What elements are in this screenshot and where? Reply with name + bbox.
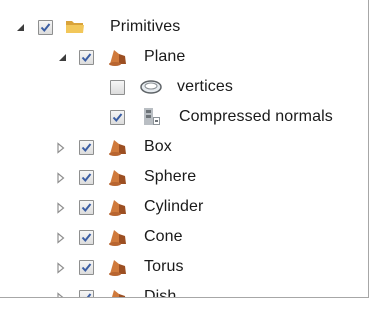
object-icon	[107, 226, 129, 248]
vertices-checkbox[interactable]	[110, 80, 125, 95]
folder-icon	[64, 16, 86, 38]
collapsed-arrow-icon[interactable]	[55, 291, 67, 297]
collapsed-arrow-icon[interactable]	[55, 231, 67, 244]
tree-item-label: vertices	[177, 78, 233, 95]
collapsed-arrow-icon[interactable]	[55, 141, 67, 154]
tree-item-label: Box	[144, 138, 172, 155]
sphere-checkbox[interactable]	[79, 170, 94, 185]
tree-item-box[interactable]: Box	[0, 133, 368, 161]
torus-checkbox[interactable]	[79, 260, 94, 275]
tree-item-vertices[interactable]: vertices	[0, 73, 368, 101]
tree-item-compressed-normals[interactable]: Compressed normals	[0, 103, 368, 131]
tree-item-label: Dish	[144, 288, 177, 298]
tree-item-label: Primitives	[110, 18, 181, 35]
collapsed-arrow-icon[interactable]	[55, 201, 67, 214]
object-icon	[107, 136, 129, 158]
object-icon	[107, 46, 129, 68]
expanded-arrow-icon[interactable]	[15, 21, 27, 33]
tree-item-label: Cone	[144, 228, 183, 245]
collapsed-arrow-icon[interactable]	[55, 171, 67, 184]
plane-checkbox[interactable]	[79, 50, 94, 65]
expanded-arrow-icon[interactable]	[57, 51, 69, 63]
tree-item-cylinder[interactable]: Cylinder	[0, 193, 368, 221]
object-icon	[107, 256, 129, 278]
compressed-normals-icon	[141, 106, 163, 128]
object-icon	[107, 166, 129, 188]
collapsed-arrow-icon[interactable]	[55, 261, 67, 274]
primitives-checkbox[interactable]	[38, 20, 53, 35]
object-icon	[107, 286, 129, 297]
tree-item-dish[interactable]: Dish	[0, 283, 368, 298]
tree-item-torus[interactable]: Torus	[0, 253, 368, 281]
tree-item-label: Compressed normals	[179, 108, 333, 125]
primitives-tree: Primitives Plane vertices Compressed nor…	[0, 0, 369, 298]
tree-item-sphere[interactable]: Sphere	[0, 163, 368, 191]
tree-item-label: Torus	[144, 258, 184, 275]
tree-item-label: Cylinder	[144, 198, 204, 215]
compressed-normals-checkbox[interactable]	[110, 110, 125, 125]
vertices-icon	[139, 76, 162, 98]
tree-item-label: Sphere	[144, 168, 197, 185]
object-icon	[107, 196, 129, 218]
dish-checkbox[interactable]	[79, 290, 94, 297]
cone-checkbox[interactable]	[79, 230, 94, 245]
cylinder-checkbox[interactable]	[79, 200, 94, 215]
box-checkbox[interactable]	[79, 140, 94, 155]
tree-item-plane[interactable]: Plane	[0, 43, 368, 71]
tree-item-cone[interactable]: Cone	[0, 223, 368, 251]
tree-item-primitives[interactable]: Primitives	[0, 13, 368, 41]
tree-item-label: Plane	[144, 48, 186, 65]
